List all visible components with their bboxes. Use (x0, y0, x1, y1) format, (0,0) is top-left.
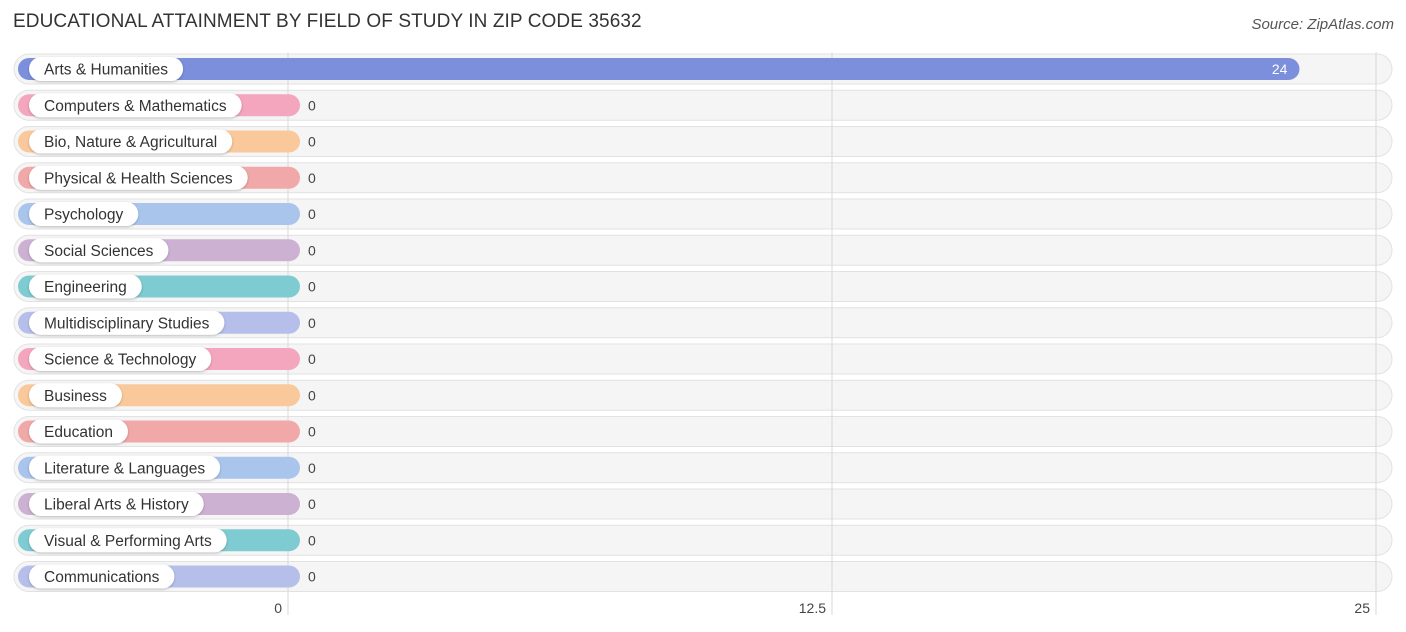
bar-chart: Arts & Humanities 24 Computers & Mathemati… (13, 52, 1393, 616)
x-tick-label: 0 (274, 600, 282, 616)
category-label: Engineering (44, 279, 127, 296)
bar-row: Visual & Performing Arts 0 (18, 528, 316, 553)
bar-row: Education 0 (18, 419, 316, 444)
bar-row: Science & Technology 0 (18, 347, 316, 371)
bar-row: Literature & Languages 0 (18, 455, 316, 480)
category-label: Computers & Mathematics (44, 98, 227, 115)
category-label: Liberal Arts & History (44, 497, 189, 514)
bar-row: Bio, Nature & Agricultural 0 (18, 129, 316, 154)
bar-row: Multidisciplinary Studies 0 (18, 310, 316, 335)
bar-row: Social Sciences 0 (18, 238, 316, 263)
bar-row: Physical & Health Sciences 0 (18, 165, 316, 190)
x-tick-label: 25 (1354, 600, 1370, 616)
bar-row: Psychology 0 (18, 202, 316, 226)
value-label: 0 (308, 279, 316, 295)
value-label: 24 (1272, 61, 1288, 77)
value-label: 0 (308, 315, 316, 331)
category-label: Social Sciences (44, 243, 154, 260)
category-label: Science & Technology (44, 352, 196, 369)
category-label: Arts & Humanities (44, 62, 168, 79)
bar (18, 58, 1300, 80)
bar-row: Communications 0 (18, 564, 316, 589)
category-label: Physical & Health Sciences (44, 170, 233, 187)
value-label: 0 (308, 170, 316, 186)
bar-row: Engineering 0 (18, 274, 316, 299)
value-label: 0 (308, 242, 316, 258)
value-label: 0 (308, 424, 316, 440)
bar-row: Arts & Humanities 24 (18, 57, 1300, 81)
value-label: 0 (308, 569, 316, 585)
value-label: 0 (308, 206, 316, 222)
value-label: 0 (308, 351, 316, 367)
value-label: 0 (308, 97, 316, 113)
value-label: 0 (308, 134, 316, 150)
category-label: Communications (44, 569, 160, 586)
category-label: Literature & Languages (44, 460, 205, 477)
category-label: Bio, Nature & Agricultural (44, 134, 217, 151)
value-label: 0 (308, 496, 316, 512)
category-label: Multidisciplinary Studies (44, 315, 210, 332)
value-label: 0 (308, 460, 316, 476)
category-label: Visual & Performing Arts (44, 533, 212, 550)
bar-row: Liberal Arts & History 0 (18, 492, 316, 516)
x-tick-label: 12.5 (799, 600, 826, 616)
value-label: 0 (308, 532, 316, 548)
bar-row: Computers & Mathematics 0 (18, 93, 316, 118)
category-label: Education (44, 424, 113, 441)
category-label: Business (44, 388, 107, 405)
category-label: Psychology (44, 207, 124, 224)
bar-row: Business 0 (18, 383, 316, 408)
value-label: 0 (308, 387, 316, 403)
